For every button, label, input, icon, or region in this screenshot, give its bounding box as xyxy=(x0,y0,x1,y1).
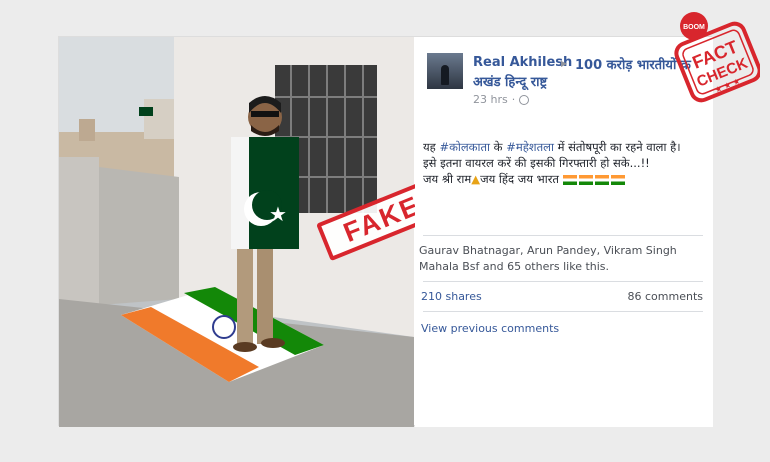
post-body: यह #कोलकाता के #महेशतला में संतोषपूरी का… xyxy=(423,139,711,187)
divider xyxy=(423,235,703,236)
hashtag-maheshtala[interactable]: #महेशतला xyxy=(506,140,554,154)
body-mid: के xyxy=(490,140,507,154)
india-flags-emoji xyxy=(562,172,627,186)
body-jai-shri-ram: जय श्री राम xyxy=(423,172,472,186)
fact-check-badge: BOOM FACT CHECK ★ ★ ★ xyxy=(670,6,762,114)
body-prefix: यह xyxy=(423,140,440,154)
body-line1-rest: में संतोषपूरी का रहने वाला है। xyxy=(553,140,681,154)
divider xyxy=(423,281,703,282)
folded-hands-icon: ▲ xyxy=(471,172,481,186)
group-name-line2[interactable]: अखंड हिन्दू राष्ट्र xyxy=(473,72,547,90)
india-flag-icon xyxy=(610,174,625,185)
view-previous-comments-link[interactable]: View previous comments xyxy=(421,322,559,335)
divider xyxy=(423,311,703,312)
avatar-figure xyxy=(441,65,449,85)
shares-count[interactable]: 210 shares xyxy=(421,290,482,303)
author-avatar[interactable] xyxy=(427,53,463,89)
post-meta: 23 hrs · xyxy=(473,93,530,106)
post-body-line1: यह #कोलकाता के #महेशतला में संतोषपूरी का… xyxy=(423,139,711,155)
badge-boom-text: BOOM xyxy=(683,24,705,31)
facebook-post: Real Akhilesh ▶ 100 करोड़ भारतीयों क अखं… xyxy=(415,37,713,427)
likes-summary[interactable]: Gaurav Bhatnagar, Arun Pandey, Vikram Si… xyxy=(419,243,709,275)
post-card: ★ FAKE Real Akhilesh ▶ 100 करोड़ भारतीयो… xyxy=(58,36,713,427)
body-jai-hind: जय हिंद जय भारत xyxy=(480,172,559,186)
share-arrow-icon: ▶ xyxy=(561,59,568,68)
india-flag-icon xyxy=(594,174,609,185)
svg-text:★: ★ xyxy=(269,202,287,226)
hashtag-kolkata[interactable]: #कोलकाता xyxy=(439,140,490,154)
comments-count[interactable]: 86 comments xyxy=(628,290,704,303)
globe-icon xyxy=(519,94,530,105)
post-body-line3: जय श्री राम▲जय हिंद जय भारत xyxy=(423,171,711,187)
post-body-line2: इसे इतना वायरल करें की इसकी गिरफ्तारी हो… xyxy=(423,156,650,170)
india-flag-icon xyxy=(578,174,593,185)
india-flag-icon xyxy=(562,174,577,185)
dot-separator: · xyxy=(511,93,516,106)
post-time[interactable]: 23 hrs xyxy=(473,93,508,106)
fact-check-badge-graphic: BOOM FACT CHECK ★ ★ ★ xyxy=(674,12,762,103)
post-author[interactable]: Real Akhilesh xyxy=(473,55,572,70)
